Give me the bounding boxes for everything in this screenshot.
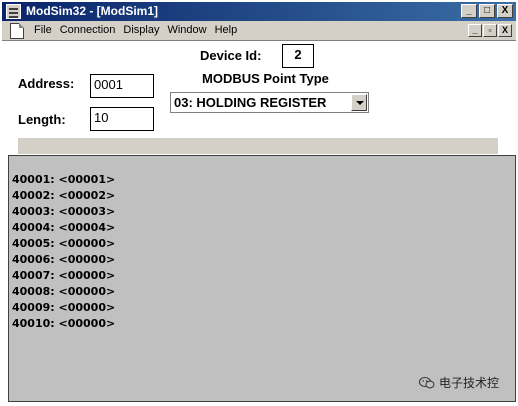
register-panel: 40001: <00001> 40002: <00002> 40003: <00… <box>8 155 516 402</box>
length-label: Length: <box>18 112 66 127</box>
mdi-minimize-button[interactable]: _ <box>468 24 482 37</box>
address-field[interactable]: 0001 <box>90 74 154 98</box>
point-type-label: MODBUS Point Type <box>202 71 329 86</box>
title-bar[interactable]: ModSim32 - [ModSim1] _ □ X <box>2 2 516 21</box>
document-icon[interactable] <box>10 23 24 39</box>
menu-file[interactable]: File <box>30 24 56 36</box>
window-controls: _ □ X <box>461 4 513 18</box>
watermark: 电子技术控 <box>419 374 499 391</box>
length-field[interactable]: 10 <box>90 107 154 131</box>
menu-bar: File Connection Display Window Help _ ▫ … <box>2 21 516 41</box>
register-row[interactable]: 40009: <00000> <box>12 300 115 316</box>
point-type-value: 03: HOLDING REGISTER <box>174 95 327 110</box>
wechat-icon <box>419 376 435 389</box>
maximize-button[interactable]: □ <box>479 4 495 18</box>
menu-window[interactable]: Window <box>163 24 210 36</box>
register-row[interactable]: 40007: <00000> <box>12 268 115 284</box>
minimize-button[interactable]: _ <box>461 4 477 18</box>
modsim-document: Device Id: 2 MODBUS Point Type Address: … <box>8 42 518 406</box>
register-row[interactable]: 40010: <00000> <box>12 316 115 332</box>
watermark-text: 电子技术控 <box>439 376 500 390</box>
register-row[interactable]: 40001: <00001> <box>12 172 115 188</box>
menu-help[interactable]: Help <box>211 24 242 36</box>
register-row[interactable]: 40004: <00004> <box>12 220 115 236</box>
register-row[interactable]: 40008: <00000> <box>12 284 115 300</box>
mdi-close-button[interactable]: X <box>498 24 512 37</box>
menu-display[interactable]: Display <box>119 24 163 36</box>
close-button[interactable]: X <box>497 4 513 18</box>
device-id-field[interactable]: 2 <box>282 44 314 68</box>
register-row[interactable]: 40002: <00002> <box>12 188 115 204</box>
dropdown-arrow-icon[interactable] <box>351 94 367 111</box>
mdi-restore-button[interactable]: ▫ <box>483 24 497 37</box>
register-row[interactable]: 40003: <00003> <box>12 204 115 220</box>
status-strip <box>18 138 498 154</box>
register-row[interactable]: 40005: <00000> <box>12 236 115 252</box>
address-label: Address: <box>18 76 75 91</box>
mdi-controls: _ ▫ X <box>468 24 512 37</box>
modsim-app-icon[interactable] <box>6 4 21 19</box>
device-id-label: Device Id: <box>200 48 262 63</box>
register-list: 40001: <00001> 40002: <00002> 40003: <00… <box>12 172 115 332</box>
menu-connection[interactable]: Connection <box>56 24 120 36</box>
point-type-select[interactable]: 03: HOLDING REGISTER <box>170 92 369 113</box>
window-title: ModSim32 - [ModSim1] <box>26 4 159 18</box>
register-row[interactable]: 40006: <00000> <box>12 252 115 268</box>
